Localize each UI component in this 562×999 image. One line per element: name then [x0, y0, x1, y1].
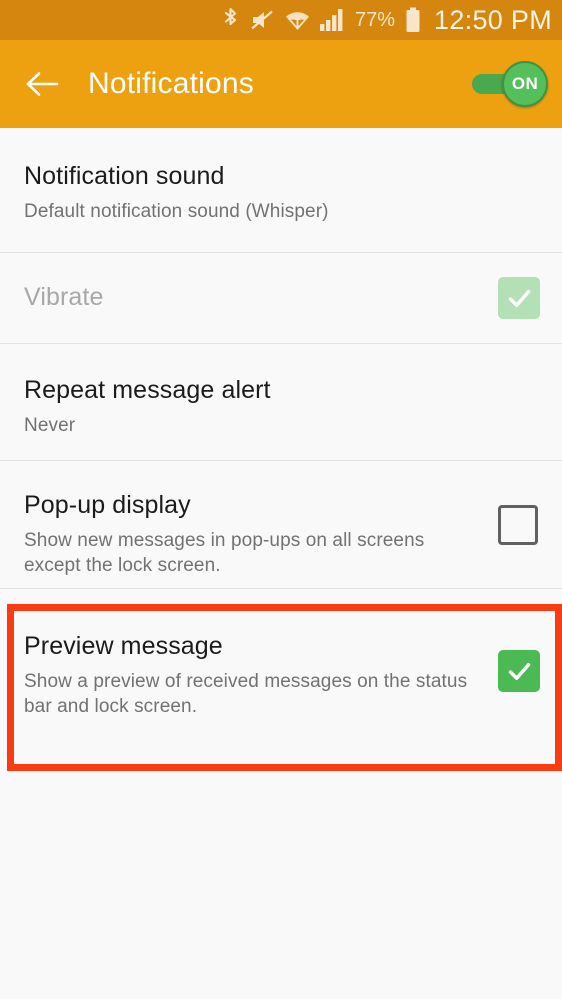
battery-icon — [405, 7, 421, 33]
cellular-signal-icon — [319, 8, 346, 32]
status-bar-clock: 12:50 PM — [434, 4, 552, 35]
status-bar: 77% 12:50 PM — [0, 0, 562, 40]
popup-display-checkbox[interactable] — [498, 505, 540, 547]
preview-message-checkbox[interactable] — [498, 650, 540, 692]
row-title: Pop-up display — [24, 491, 191, 519]
checkmark-icon — [508, 662, 530, 680]
settings-row-popup-display[interactable]: Pop-up display Show new messages in pop-… — [0, 461, 562, 588]
app-bar: Notifications ON — [0, 40, 562, 128]
back-arrow-icon[interactable] — [22, 63, 64, 105]
row-title: Repeat message alert — [24, 376, 271, 404]
notifications-master-toggle[interactable]: ON — [466, 61, 550, 107]
phone-screen: 77% 12:50 PM Notifications ON Notificati… — [0, 0, 562, 999]
settings-row-repeat-message-alert[interactable]: Repeat message alert Never — [0, 344, 562, 460]
row-text-block: Preview message Show a preview of receiv… — [24, 632, 498, 719]
page-title: Notifications — [88, 67, 255, 100]
row-text-block: Notification sound Default notification … — [24, 162, 540, 224]
bluetooth-icon — [221, 7, 241, 33]
row-title: Notification sound — [24, 162, 225, 190]
row-title: Vibrate — [24, 283, 104, 312]
battery-percentage: 77% — [355, 8, 396, 31]
toggle-knob: ON — [502, 61, 548, 107]
row-subtitle: Default notification sound (Whisper) — [24, 200, 329, 222]
toggle-state-label: ON — [511, 74, 539, 93]
settings-row-preview-message-section: Preview message Show a preview of receiv… — [0, 604, 562, 771]
settings-row-preview-message[interactable]: Preview message Show a preview of receiv… — [0, 604, 562, 771]
settings-row-notification-sound[interactable]: Notification sound Default notification … — [0, 128, 562, 252]
vibrate-checkbox[interactable] — [498, 277, 540, 319]
row-text-block: Pop-up display Show new messages in pop-… — [24, 491, 498, 578]
settings-row-vibrate[interactable]: Vibrate — [0, 253, 562, 343]
checkmark-icon — [508, 289, 530, 307]
row-subtitle: Never — [24, 414, 76, 436]
row-subtitle: Show a preview of received messages on t… — [24, 670, 468, 717]
checkbox-checked — [498, 650, 540, 692]
checkbox-unchecked — [498, 505, 538, 545]
settings-list: Notification sound Default notification … — [0, 128, 562, 589]
list-divider — [0, 588, 562, 589]
row-text-block: Repeat message alert Never — [24, 376, 540, 438]
wifi-icon — [285, 7, 310, 33]
checkbox-checked-disabled — [498, 277, 540, 319]
sound-mute-icon — [250, 8, 276, 32]
row-title: Preview message — [24, 632, 223, 660]
row-text-block: Vibrate — [24, 283, 498, 313]
row-subtitle: Show new messages in pop-ups on all scre… — [24, 529, 425, 576]
